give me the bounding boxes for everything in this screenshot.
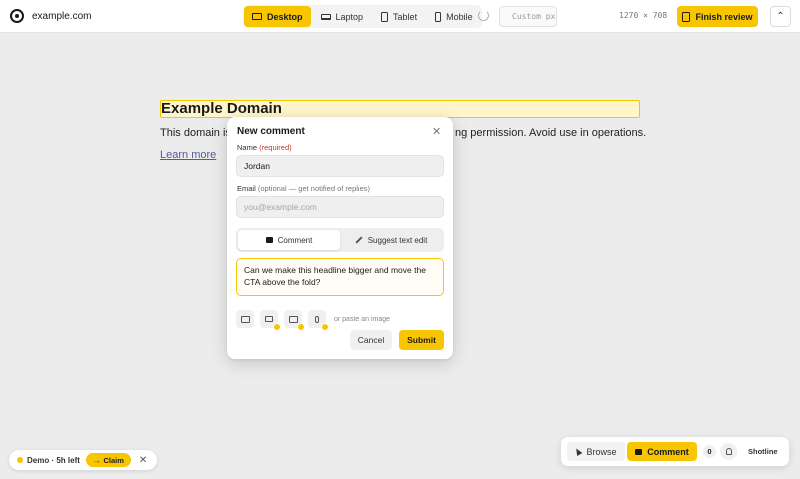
device-switcher: Desktop Laptop Tablet Mobile — [243, 5, 482, 28]
comment-count-badge: 0 — [703, 445, 716, 458]
image-icon — [240, 315, 250, 323]
comment-textarea[interactable]: Can we make this headline bigger and mov… — [236, 258, 444, 296]
attachment-row: or paste an image — [236, 310, 391, 331]
device-laptop-button[interactable]: Laptop — [313, 6, 372, 27]
collapse-button[interactable]: ⌃ — [770, 6, 791, 27]
demo-banner: Demo · 5h left → Claim ✕ — [9, 450, 157, 470]
record-video-button[interactable] — [260, 310, 281, 331]
required-marker: (required) — [259, 143, 292, 152]
device-tablet-button[interactable]: Tablet — [373, 6, 425, 27]
user-button[interactable] — [720, 443, 737, 460]
device-label: Tablet — [393, 11, 418, 22]
desktop-icon — [252, 13, 262, 20]
comment-icon — [265, 237, 273, 243]
comment-icon — [635, 448, 643, 455]
dialog-title: New comment — [237, 126, 305, 137]
microphone-icon — [315, 315, 319, 323]
email-label: Email (optional — get notified of replie… — [237, 184, 370, 193]
name-label: Name (required) — [237, 143, 292, 152]
paragraph-end: ng permission. Avoid use in operations. — [455, 127, 647, 139]
finish-review-label: Finish review — [695, 11, 753, 22]
close-icon[interactable]: ✕ — [139, 455, 147, 466]
video-icon — [265, 316, 273, 322]
cancel-button[interactable]: Cancel — [350, 330, 392, 350]
demo-status: Demo · 5h left — [27, 455, 80, 465]
top-bar: example.com Desktop Laptop Tablet Mobile… — [0, 0, 800, 33]
email-field[interactable]: you@example.com — [236, 196, 444, 218]
comment-label: Comment — [647, 446, 689, 457]
name-field[interactable]: Jordan — [236, 155, 444, 177]
pencil-icon — [355, 236, 363, 244]
laptop-icon — [320, 13, 331, 20]
learn-more-link[interactable]: Learn more — [160, 149, 216, 161]
custom-width-input[interactable]: Custom px — [499, 6, 557, 27]
paragraph-start: This domain is — [160, 127, 231, 139]
device-label: Desktop — [267, 11, 303, 22]
logo-icon — [10, 9, 24, 23]
close-icon[interactable]: ✕ — [432, 125, 441, 138]
tablet-icon — [381, 11, 389, 22]
device-mobile-button[interactable]: Mobile — [427, 6, 481, 27]
paste-hint: or paste an image — [334, 315, 391, 323]
site-identity: example.com — [10, 9, 91, 23]
finish-review-button[interactable]: Finish review — [677, 6, 758, 27]
device-label: Laptop — [335, 11, 364, 22]
record-audio-button[interactable] — [308, 310, 329, 331]
comment-type-toggle: Comment Suggest text edit — [236, 228, 444, 252]
site-name: example.com — [32, 10, 92, 22]
mobile-icon — [435, 11, 442, 22]
lock-icon — [321, 323, 329, 331]
attach-image-button[interactable] — [236, 310, 254, 328]
arrow-right-icon: → — [92, 455, 101, 465]
tab-comment[interactable]: Comment — [238, 230, 340, 250]
device-desktop-button[interactable]: Desktop — [244, 6, 311, 27]
record-screen-button[interactable] — [284, 310, 305, 331]
rotate-icon[interactable] — [478, 10, 489, 21]
cursor-icon — [574, 446, 583, 457]
clipboard-icon — [682, 11, 691, 22]
submit-button[interactable]: Submit — [399, 330, 444, 350]
comment-mode-button[interactable]: Comment — [627, 442, 697, 461]
new-comment-dialog: New comment ✕ Name (required) Jordan Ema… — [227, 117, 453, 359]
brand-label: Shotline — [748, 447, 778, 456]
claim-label: Claim — [103, 455, 124, 465]
browse-label: Browse — [586, 446, 617, 457]
lock-icon — [273, 323, 281, 331]
optional-marker: (optional — get notified of replies) — [257, 184, 371, 193]
claim-button[interactable]: → Claim — [85, 453, 131, 467]
viewport-dimensions: 1270 × 708 — [619, 11, 668, 20]
name-label-text: Name — [237, 143, 258, 152]
user-icon — [725, 448, 732, 455]
screen-record-icon — [288, 315, 298, 323]
browse-mode-button[interactable]: Browse — [567, 442, 625, 461]
tab-suggest-edit[interactable]: Suggest text edit — [340, 230, 442, 250]
status-dot — [17, 457, 23, 463]
chevron-up-icon: ⌃ — [776, 11, 785, 22]
email-label-text: Email — [237, 184, 256, 193]
page-heading[interactable]: Example Domain — [160, 100, 640, 118]
mode-toolbar: Browse Comment 0 Shotline — [561, 437, 789, 466]
device-label: Mobile — [446, 11, 473, 22]
tab-comment-label: Comment — [277, 235, 313, 245]
lock-icon — [297, 323, 305, 331]
tab-suggest-label: Suggest text edit — [367, 235, 428, 245]
